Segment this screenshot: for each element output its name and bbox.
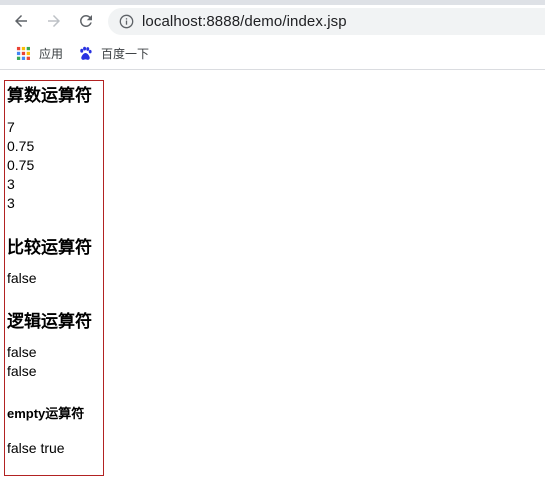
reload-icon: [80, 14, 92, 27]
section-heading-logical: 逻辑运算符: [7, 312, 92, 331]
bookmark-label: 百度一下: [101, 46, 150, 61]
result-line: false true: [7, 440, 65, 456]
site-info-icon[interactable]: [118, 14, 134, 30]
bookmark-label: 应用: [39, 46, 64, 61]
section-heading-empty: empty运算符: [7, 406, 85, 421]
result-line: 0.75: [7, 138, 35, 154]
arrow-right-icon: [48, 15, 60, 27]
section-heading-arithmetic: 算数运算符: [7, 86, 92, 105]
baidu-paw-icon: [77, 45, 93, 61]
result-line: false: [7, 270, 37, 286]
section-heading-comparison: 比较运算符: [7, 238, 92, 257]
address-bar[interactable]: localhost:8888/demo/index.jsp: [108, 8, 545, 35]
forward-button[interactable]: [41, 8, 67, 34]
result-line: 7: [7, 119, 15, 135]
page-content: 算数运算符 7 0.75 0.75 3 3 比较运算符 false 逻辑运算符 …: [0, 71, 545, 493]
bookmarks-bar: 应用 百度一下: [0, 37, 545, 70]
bookmark-baidu[interactable]: 百度一下: [73, 41, 153, 65]
result-line: false: [7, 363, 37, 379]
browser-toolbar: localhost:8888/demo/index.jsp: [0, 5, 545, 37]
url-text[interactable]: localhost:8888/demo/index.jsp: [142, 13, 347, 30]
back-button[interactable]: [8, 8, 34, 34]
bookmark-apps[interactable]: 应用: [11, 41, 67, 65]
result-line: false: [7, 344, 37, 360]
result-line: 3: [7, 195, 15, 211]
result-line: 3: [7, 176, 15, 192]
apps-grid-icon: [15, 45, 31, 61]
result-line: 0.75: [7, 157, 35, 173]
reload-button[interactable]: [73, 8, 99, 34]
arrow-left-icon: [15, 15, 27, 27]
